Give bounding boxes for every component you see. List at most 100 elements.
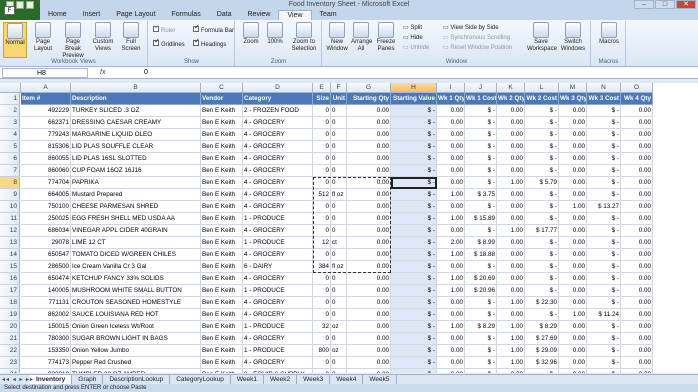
table-cell[interactable]: $ - <box>391 225 437 237</box>
table-cell[interactable]: 0 <box>331 129 347 141</box>
table-cell[interactable]: oz <box>331 321 347 333</box>
table-cell[interactable]: $ - <box>525 141 559 153</box>
table-cell[interactable]: 815306 <box>21 141 71 153</box>
table-cell[interactable]: 1.00 <box>497 333 525 345</box>
column-header-d[interactable]: D <box>243 83 313 93</box>
table-cell[interactable]: 0 <box>331 117 347 129</box>
table-cell[interactable]: VINEGAR APPL CIDER 40GRAIN <box>71 225 201 237</box>
normal-view-button[interactable]: Normal <box>3 22 27 58</box>
table-cell[interactable]: 1.00 <box>437 321 465 333</box>
table-cell[interactable]: 4 - GROCERY <box>243 177 313 189</box>
table-cell[interactable]: 0 <box>313 249 331 261</box>
file-button[interactable]: F <box>0 0 40 22</box>
table-cell[interactable]: 4 - GROCERY <box>243 153 313 165</box>
table-cell[interactable]: LID PLAS 16SL SLOTTED <box>71 153 201 165</box>
table-cell[interactable]: 0.00 <box>347 249 391 261</box>
freeze-panes-button[interactable]: Freeze Panes <box>373 22 399 53</box>
table-cell[interactable]: 0.00 <box>437 165 465 177</box>
table-cell[interactable]: Ben E Keith <box>201 309 243 321</box>
table-cell[interactable]: $ 27.69 <box>525 333 559 345</box>
table-cell[interactable]: $ - <box>465 345 497 357</box>
table-cell[interactable]: 0 <box>313 165 331 177</box>
table-cell[interactable]: 1.00 <box>497 297 525 309</box>
table-cell[interactable]: $ - <box>587 357 621 369</box>
table-cell[interactable]: 0.00 <box>347 345 391 357</box>
table-cell[interactable]: 0.00 <box>497 285 525 297</box>
table-cell[interactable]: $ - <box>391 129 437 141</box>
table-cell[interactable]: 0.00 <box>347 213 391 225</box>
table-cell[interactable]: 0.00 <box>347 309 391 321</box>
table-cell[interactable]: $ - <box>525 237 559 249</box>
unhide-button[interactable]: ▭ Unhide <box>403 44 429 52</box>
view-side-by-side-button[interactable]: ▭ View Side by Side <box>443 24 499 32</box>
sheet-tab-week1[interactable]: Week1 <box>231 375 265 384</box>
table-cell[interactable]: Ben E Keith <box>201 249 243 261</box>
table-cell[interactable]: 0.00 <box>437 141 465 153</box>
table-cell[interactable]: 0.00 <box>621 237 653 249</box>
table-cell[interactable]: 29078 <box>21 237 71 249</box>
table-cell[interactable]: $ - <box>587 141 621 153</box>
table-cell[interactable]: Ben E Keith <box>201 213 243 225</box>
row-header[interactable]: 18 <box>0 297 20 309</box>
hide-button[interactable]: ▭ Hide <box>403 34 423 42</box>
table-cell[interactable]: 0.00 <box>497 165 525 177</box>
table-cell[interactable]: $ - <box>465 333 497 345</box>
table-cell[interactable]: $ - <box>391 309 437 321</box>
table-cell[interactable]: $ - <box>587 153 621 165</box>
table-cell[interactable]: 664005 <box>21 189 71 201</box>
full-screen-button[interactable]: Full Screen <box>118 22 144 53</box>
table-cell[interactable]: TUMBLER 20 OZ AMBER <box>71 369 201 373</box>
table-cell[interactable]: 0.00 <box>497 117 525 129</box>
table-cell[interactable]: 0.00 <box>347 357 391 369</box>
table-cell[interactable]: $ - <box>465 153 497 165</box>
close-button[interactable]: ✕ <box>676 0 696 9</box>
table-cell[interactable]: 0.00 <box>497 201 525 213</box>
table-cell[interactable]: 0.00 <box>559 117 587 129</box>
table-cell[interactable]: $ - <box>525 273 559 285</box>
table-cell[interactable]: $ 8.29 <box>465 321 497 333</box>
table-cell[interactable]: $ - <box>465 309 497 321</box>
table-cell[interactable]: 512 <box>313 189 331 201</box>
table-cell[interactable]: $ 5.79 <box>525 177 559 189</box>
row-header[interactable]: 12 <box>0 225 20 237</box>
table-cell[interactable]: 0.00 <box>497 309 525 321</box>
column-header-j[interactable]: J <box>465 83 497 93</box>
table-cell[interactable]: 0 <box>331 177 347 189</box>
table-cell[interactable]: 0.00 <box>437 153 465 165</box>
table-cell[interactable]: $ - <box>391 285 437 297</box>
table-cell[interactable]: 0.00 <box>437 333 465 345</box>
table-cell[interactable]: $ - <box>587 165 621 177</box>
table-cell[interactable]: CHEESE PARMESAN SHRED <box>71 201 201 213</box>
table-cell[interactable]: 0.00 <box>621 177 653 189</box>
table-cell[interactable]: 0 <box>331 153 347 165</box>
table-cell[interactable]: 0.00 <box>621 213 653 225</box>
table-cell[interactable]: $ - <box>391 369 437 373</box>
table-cell[interactable]: 1 - PRODUCE <box>243 213 313 225</box>
table-cell[interactable]: $ - <box>525 249 559 261</box>
table-cell[interactable]: 4 - GROCERY <box>243 333 313 345</box>
table-cell[interactable]: 1.00 <box>497 177 525 189</box>
table-cell[interactable]: 0.00 <box>621 201 653 213</box>
table-cell[interactable]: $ 29.09 <box>525 345 559 357</box>
switch-windows-button[interactable]: Switch Windows <box>559 22 587 53</box>
table-cell[interactable]: EGG FRESH SHELL MED USDA AA <box>71 213 201 225</box>
table-cell[interactable]: $ - <box>587 237 621 249</box>
table-cell[interactable]: 774704 <box>21 177 71 189</box>
table-cell[interactable]: $ - <box>525 105 559 117</box>
tab-home[interactable]: Home <box>40 10 75 20</box>
table-cell[interactable]: $ 15.89 <box>465 213 497 225</box>
minimize-button[interactable]: – <box>634 0 654 9</box>
table-cell[interactable]: Ben E Keith <box>201 237 243 249</box>
table-cell[interactable]: oz <box>331 345 347 357</box>
table-cell[interactable]: $ - <box>391 297 437 309</box>
table-cell[interactable]: $ 32.96 <box>525 357 559 369</box>
table-cell[interactable]: 0 <box>313 273 331 285</box>
table-cell[interactable]: 0.00 <box>559 153 587 165</box>
table-cell[interactable]: 1.00 <box>497 321 525 333</box>
table-cell[interactable]: $ - <box>465 297 497 309</box>
table-cell[interactable]: 0 <box>313 105 331 117</box>
table-cell[interactable]: 0.00 <box>347 225 391 237</box>
row-header[interactable]: 14 <box>0 249 20 261</box>
table-cell[interactable]: 0 <box>331 141 347 153</box>
tab-team[interactable]: Team <box>312 10 345 20</box>
